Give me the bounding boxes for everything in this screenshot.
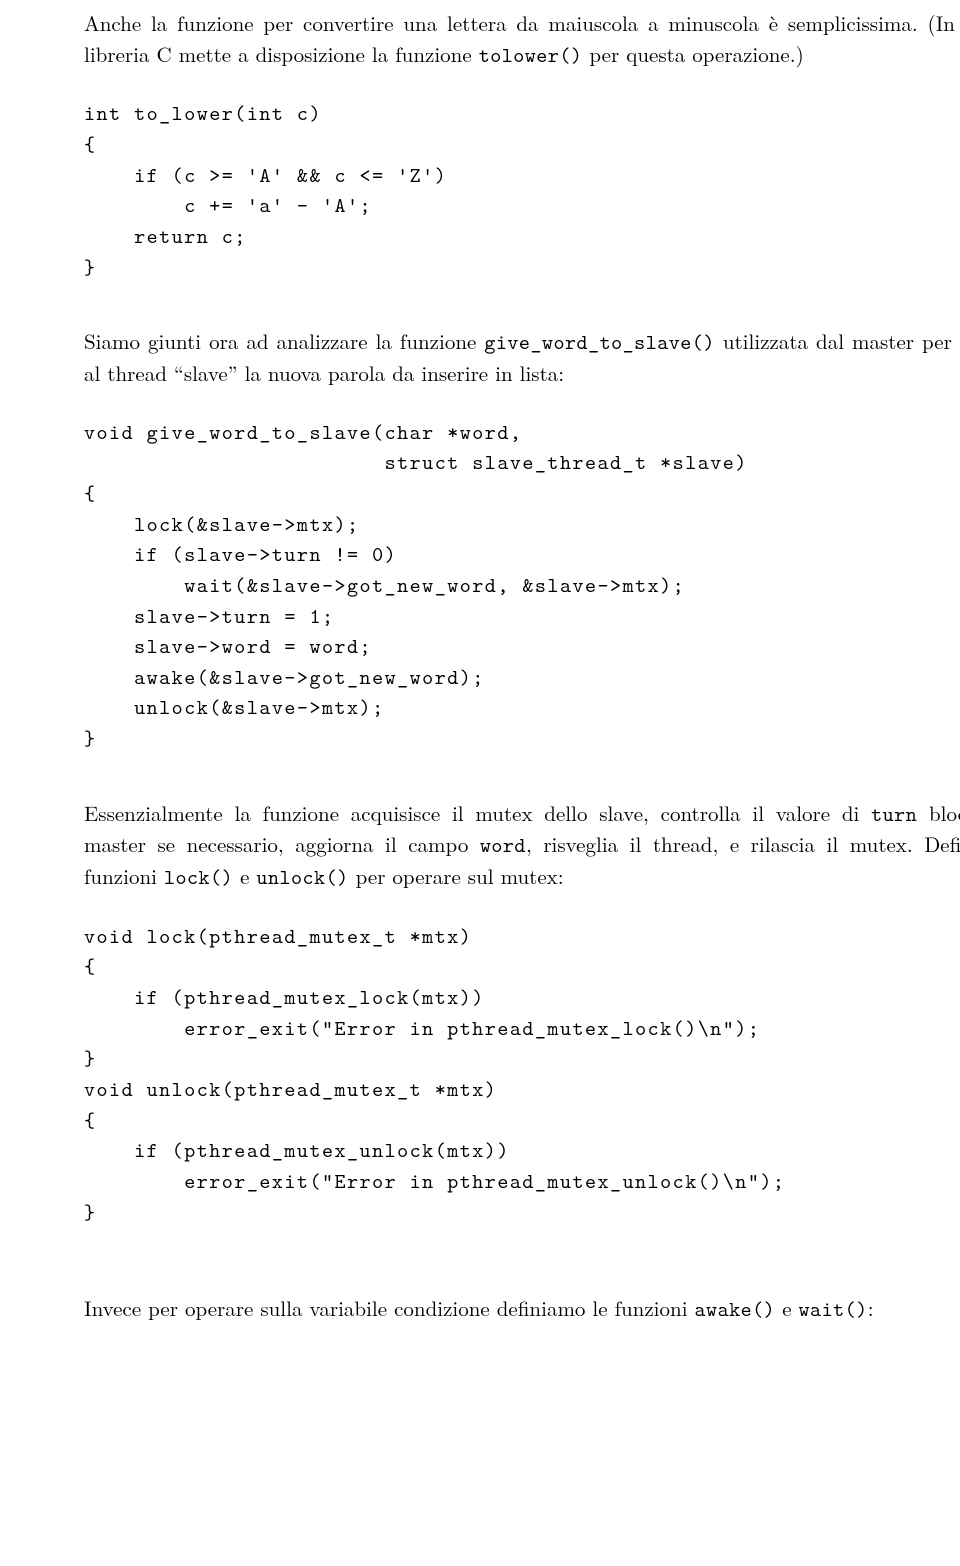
paragraph-3-text-a: Essenzialmente la funzione acquisisce il… <box>84 798 871 828</box>
inline-code-awake: awake() <box>695 1295 776 1323</box>
inline-code-turn: turn <box>871 800 917 828</box>
paragraph-1: Anche la funzione per convertire una let… <box>84 8 960 70</box>
paragraph-3-text-d: e <box>233 861 256 891</box>
paragraph-3-text-e: per operare sul mutex: <box>349 861 564 891</box>
inline-code-wait: wait() <box>799 1295 868 1323</box>
inline-code-unlock: unlock() <box>256 863 348 891</box>
paragraph-4: Invece per operare sulla variabile condi… <box>84 1293 960 1325</box>
paragraph-2-text-a: Siamo giunti ora ad analizzare la funzio… <box>84 326 484 356</box>
inline-code-lock: lock() <box>164 863 233 891</box>
code-block-lock-unlock: void lock(pthread_mutex_t *mtx) { if (pt… <box>84 921 960 1228</box>
paragraph-3: Essenzialmente la funzione acquisisce il… <box>84 798 960 893</box>
inline-code-tolower: tolower() <box>479 41 583 69</box>
paragraph-4-text-a: Invece per operare sulla variabile condi… <box>84 1293 695 1323</box>
code-block-to-lower: int to_lower(int c) { if (c >= 'A' && c … <box>84 98 960 282</box>
paragraph-4-text-c: : <box>868 1293 874 1323</box>
inline-code-give-word-to-slave: give_word_to_slave() <box>484 328 715 356</box>
paragraph-1-text-b: per questa operazione.) <box>582 39 803 69</box>
code-block-give-word-to-slave: void give_word_to_slave(char *word, stru… <box>84 417 960 754</box>
inline-code-word: word <box>480 831 526 859</box>
paragraph-4-text-b: e <box>775 1293 798 1323</box>
paragraph-2: Siamo giunti ora ad analizzare la funzio… <box>84 326 960 388</box>
